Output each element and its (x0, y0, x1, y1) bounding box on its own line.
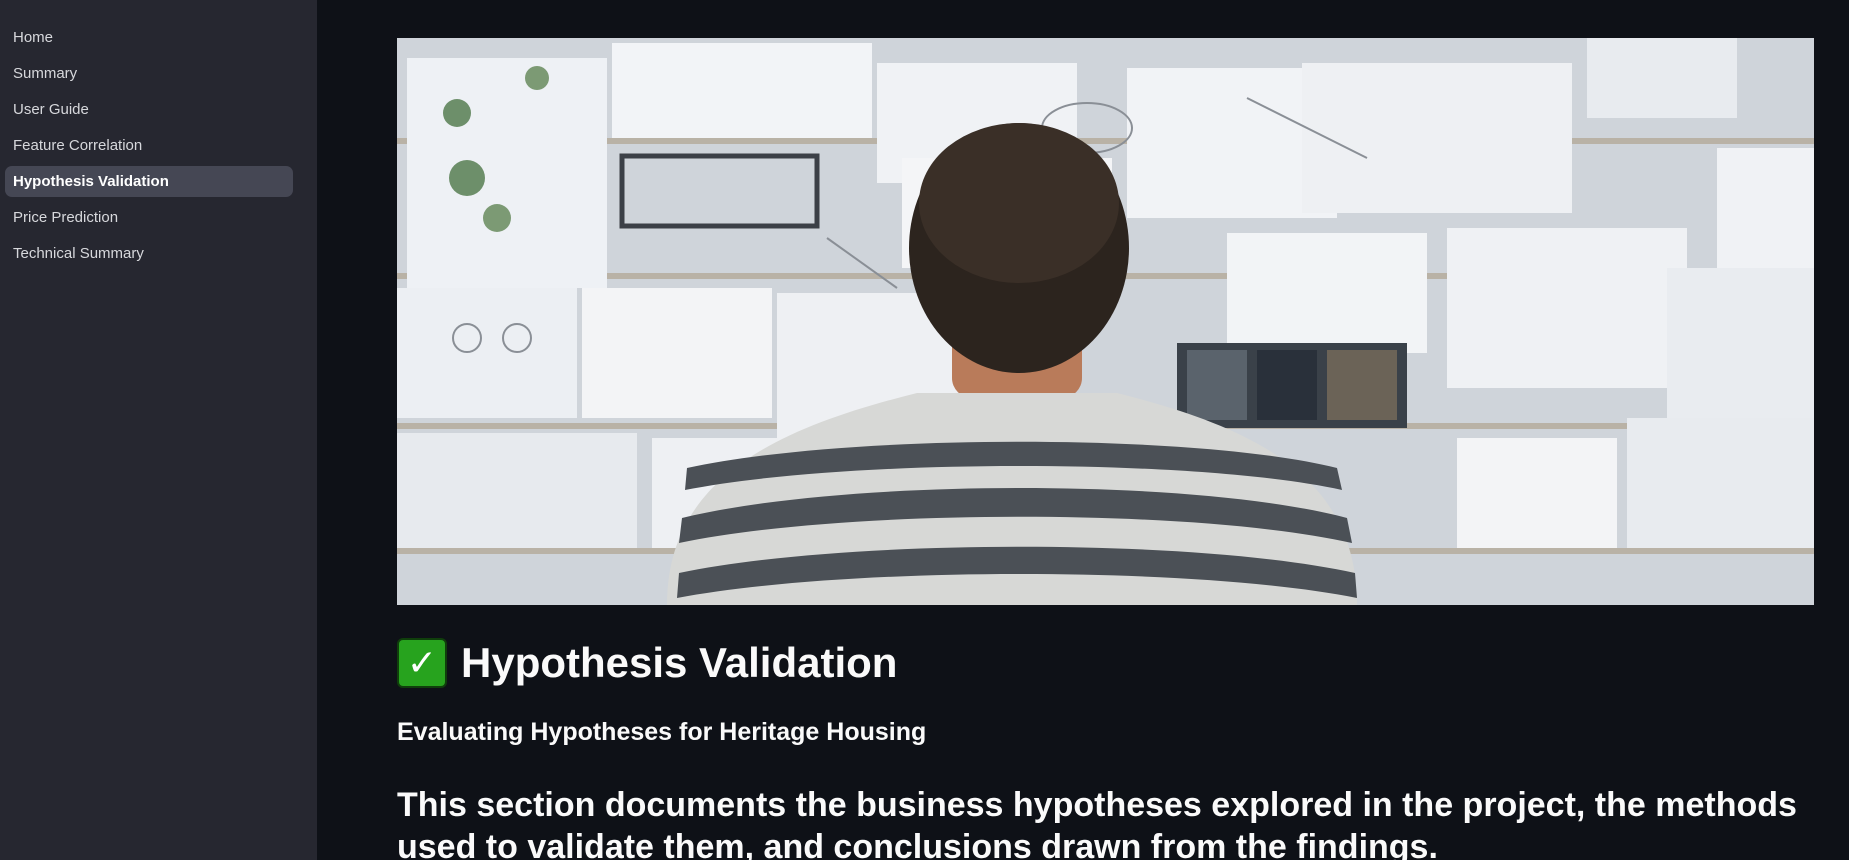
sidebar-item-label: Technical Summary (13, 245, 144, 262)
sidebar-item-label: Price Prediction (13, 209, 119, 226)
sidebar-item-technical-summary[interactable]: Technical Summary (5, 238, 293, 269)
sidebar-item-label: Home (13, 29, 54, 46)
main-content: ✓ Hypothesis Validation Evaluating Hypot… (317, 0, 1849, 860)
sidebar-item-label: User Guide (13, 101, 89, 118)
hero-image (397, 38, 1814, 605)
check-mark-icon: ✓ (397, 638, 447, 688)
sidebar-item-home[interactable]: Home (5, 22, 293, 53)
sidebar-item-feature-correlation[interactable]: Feature Correlation (5, 130, 293, 161)
app-window: Home Summary User Guide Feature Correlat… (0, 0, 1849, 860)
page-subtitle: Evaluating Hypotheses for Heritage Housi… (397, 718, 927, 746)
sidebar-item-price-prediction[interactable]: Price Prediction (5, 202, 293, 233)
page-title: ✓ Hypothesis Validation (397, 638, 897, 688)
sidebar-item-summary[interactable]: Summary (5, 58, 293, 89)
page-title-text: Hypothesis Validation (461, 639, 898, 686)
sidebar-item-label: Hypothesis Validation (13, 173, 169, 190)
sidebar-nav: Home Summary User Guide Feature Correlat… (5, 22, 293, 274)
sidebar-item-user-guide[interactable]: User Guide (5, 94, 293, 125)
intro-text: This section documents the business hypo… (397, 786, 1797, 860)
sidebar-item-label: Summary (13, 65, 78, 82)
sidebar-item-hypothesis-validation[interactable]: Hypothesis Validation (5, 166, 293, 197)
sidebar-item-label: Feature Correlation (13, 137, 143, 154)
sidebar: Home Summary User Guide Feature Correlat… (0, 0, 317, 860)
